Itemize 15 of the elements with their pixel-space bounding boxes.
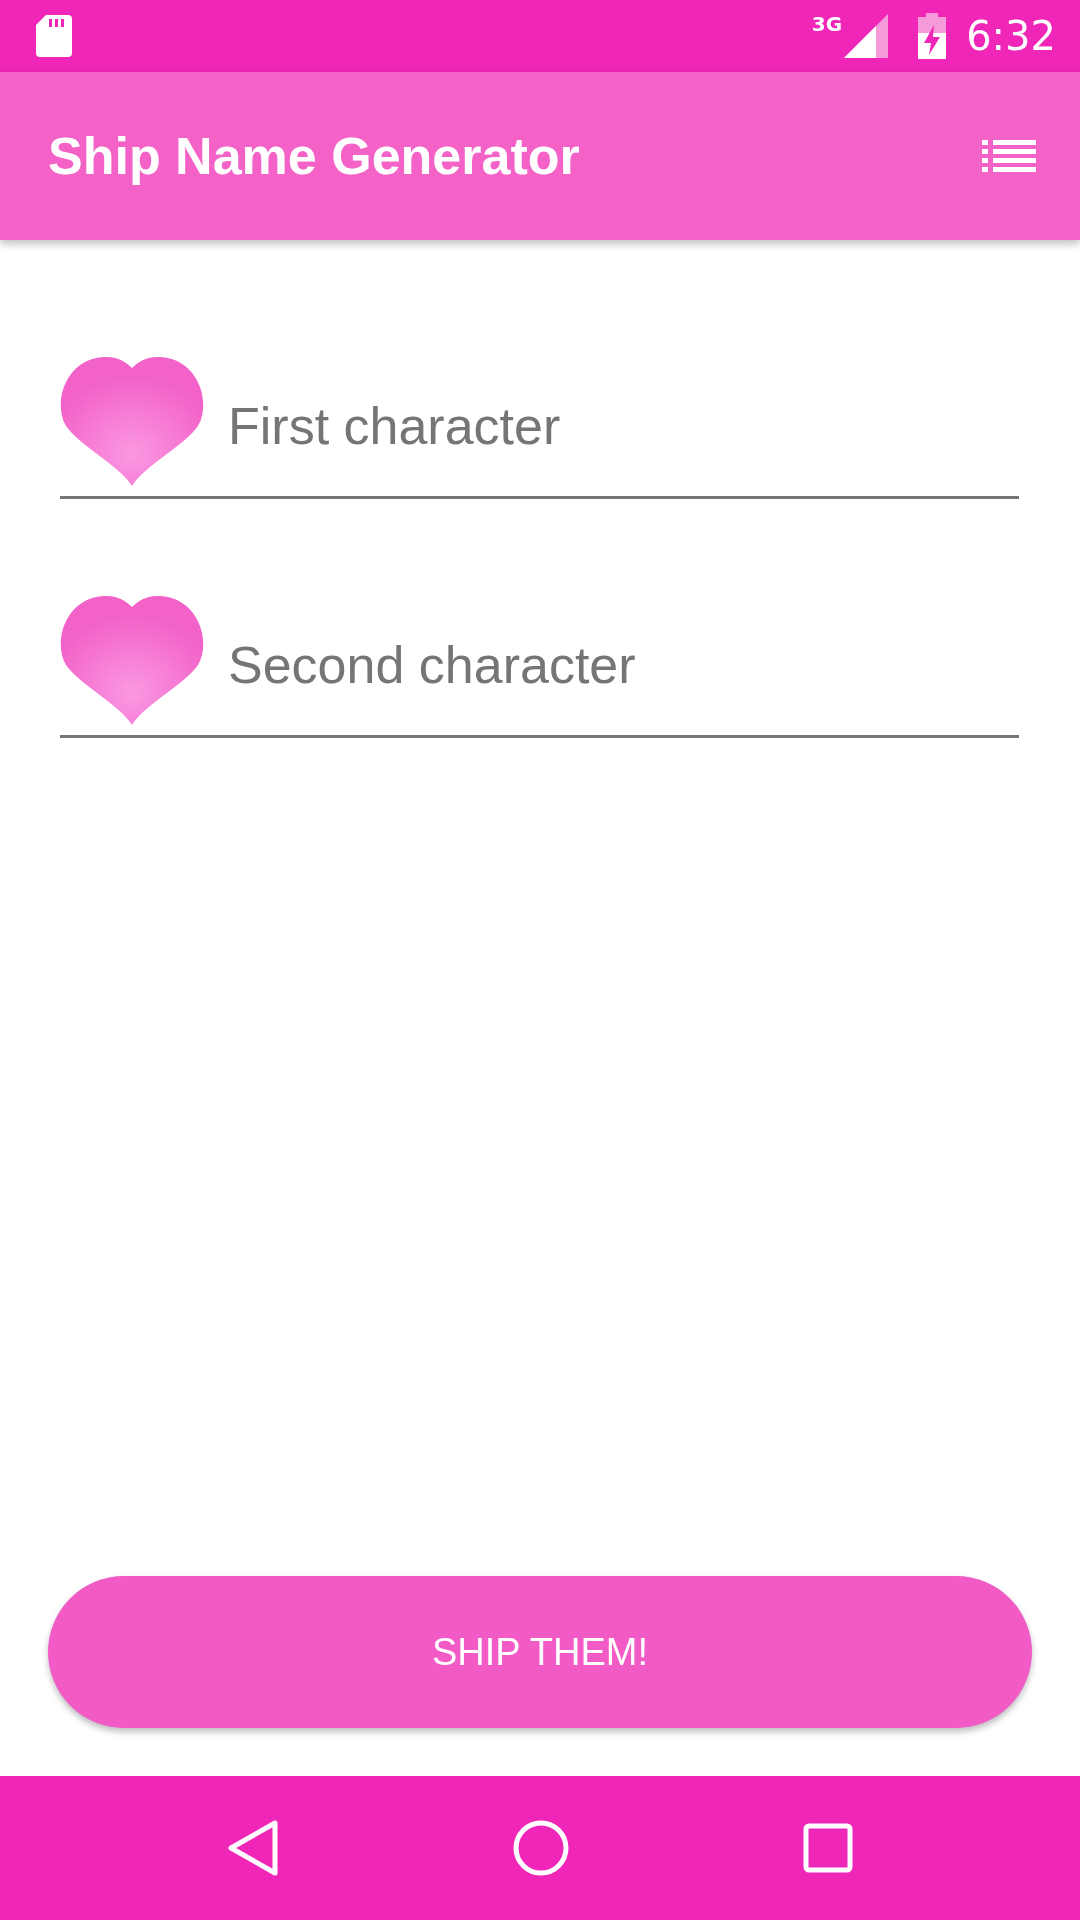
heart-icon xyxy=(60,356,204,486)
sd-card-icon xyxy=(36,15,72,57)
home-icon[interactable] xyxy=(512,1819,570,1877)
back-icon[interactable] xyxy=(226,1819,279,1877)
battery-charging-icon xyxy=(918,13,947,59)
text-field[interactable]: Second character xyxy=(228,625,1019,705)
ship-button[interactable]: SHIP THEM! xyxy=(48,1576,1032,1728)
recents-icon[interactable] xyxy=(803,1823,854,1873)
clock: 6:32 xyxy=(966,13,1056,59)
network-type: 3G xyxy=(811,12,843,36)
list-icon[interactable] xyxy=(982,140,1036,172)
heart-icon xyxy=(60,595,204,725)
text-field[interactable]: First character xyxy=(228,386,1019,466)
signal-icon xyxy=(844,14,889,58)
app-title: Ship Name Generator xyxy=(48,126,581,186)
